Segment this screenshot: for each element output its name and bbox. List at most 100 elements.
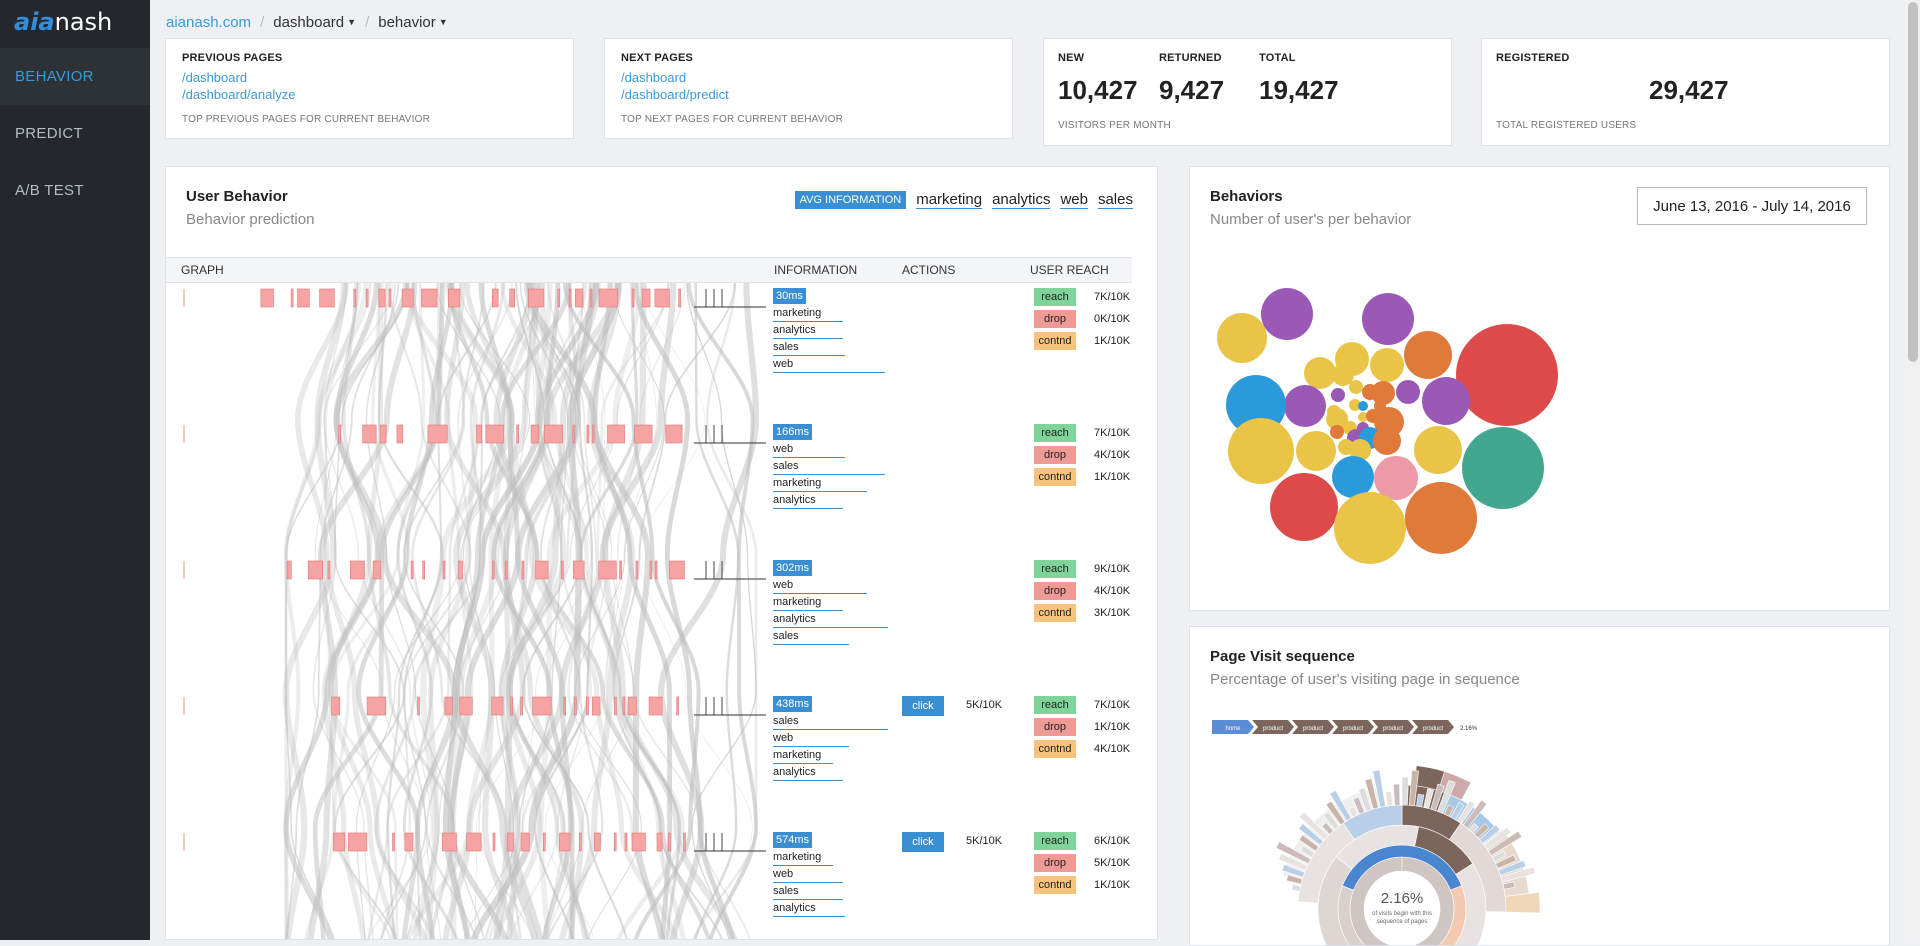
previous-pages-footer: TOP PREVIOUS PAGES FOR CURRENT BEHAVIOR	[182, 114, 431, 125]
page-underline	[773, 746, 849, 747]
next-page-link[interactable]: /dashboard	[621, 69, 686, 86]
behavior-bubble[interactable]	[1358, 401, 1368, 411]
sunburst-segment[interactable]	[1291, 884, 1301, 892]
page-underline	[773, 372, 885, 373]
behavior-bubble[interactable]	[1405, 482, 1477, 554]
scrollbar-thumb[interactable]	[1908, 2, 1918, 362]
returned-value: 9,427	[1159, 75, 1225, 105]
behavior-row: 438ms sales web marketing analytics click 5K/1…	[166, 696, 1132, 816]
avg-information-button[interactable]: AVG INFORMATION	[794, 191, 907, 209]
sidebar-item-predict[interactable]: PREDICT	[0, 105, 150, 162]
page-label[interactable]: marketing	[773, 851, 821, 863]
time-badge: 438ms	[773, 696, 813, 712]
page-label[interactable]: web	[773, 732, 793, 744]
sequence-step-label: product	[1263, 726, 1283, 732]
page-label[interactable]: analytics	[773, 902, 816, 914]
page-label[interactable]: sales	[773, 630, 799, 642]
filter-tab-analytics[interactable]: analytics	[992, 191, 1051, 209]
behavior-bubble[interactable]	[1396, 380, 1420, 404]
behavior-bubble[interactable]	[1370, 348, 1404, 382]
behavior-bubble[interactable]	[1331, 388, 1345, 402]
behavior-bubble[interactable]	[1261, 288, 1313, 340]
drop-badge: drop	[1034, 446, 1076, 464]
contnd-badge: contnd	[1034, 468, 1076, 486]
behavior-bubble[interactable]	[1228, 418, 1294, 484]
page-label[interactable]: sales	[773, 715, 799, 727]
behavior-bubble[interactable]	[1332, 456, 1374, 498]
page-label[interactable]: web	[773, 579, 793, 591]
page-label[interactable]: analytics	[773, 766, 816, 778]
page-label[interactable]: analytics	[773, 494, 816, 506]
breadcrumb-page-dropdown[interactable]: behavior ▼	[378, 14, 447, 31]
sunburst-segment[interactable]	[1392, 783, 1401, 806]
next-pages-title: NEXT PAGES	[621, 52, 694, 64]
page-underline	[773, 610, 843, 611]
time-badge: 166ms	[773, 424, 813, 440]
behavior-bubble[interactable]	[1334, 492, 1406, 564]
behavior-bubble[interactable]	[1414, 426, 1462, 474]
logo[interactable]: aianash	[0, 0, 150, 48]
sunburst-segment[interactable]	[1385, 791, 1393, 807]
behavior-bubble[interactable]	[1296, 431, 1336, 471]
next-pages-card: NEXT PAGES /dashboard /dashboard/predict…	[604, 38, 1013, 139]
page-label[interactable]: sales	[773, 341, 799, 353]
page-label[interactable]: marketing	[773, 307, 821, 319]
behavior-bubble[interactable]	[1270, 473, 1338, 541]
previous-page-link[interactable]: /dashboard/analyze	[182, 86, 295, 103]
sequence-step-label: product	[1423, 726, 1443, 732]
behavior-bubble[interactable]	[1362, 293, 1414, 345]
sunburst-center-percent: 2.16%	[1381, 890, 1424, 907]
filter-tab-marketing[interactable]: marketing	[916, 191, 983, 209]
page-underline	[773, 916, 845, 917]
page-label[interactable]: sales	[773, 460, 799, 472]
behavior-bubble[interactable]	[1456, 324, 1558, 426]
page-underline	[773, 865, 833, 866]
page-underline	[773, 491, 867, 492]
page-underline	[773, 321, 843, 322]
breadcrumb-site-link[interactable]: aianash.com	[166, 14, 251, 31]
filter-tab-web[interactable]: web	[1060, 191, 1088, 209]
sidebar-item-ab-test[interactable]: A/B TEST	[0, 162, 150, 219]
drop-value: 1K/10K	[1094, 721, 1131, 733]
previous-page-link[interactable]: /dashboard	[182, 69, 247, 86]
click-action-button[interactable]: click	[902, 696, 944, 716]
filter-bar: AVG INFORMATION marketing analytics web …	[794, 191, 1133, 209]
page-visit-panel: Page Visit sequence Percentage of user's…	[1189, 626, 1890, 946]
page-label[interactable]: web	[773, 868, 793, 880]
click-action-button[interactable]: click	[902, 832, 944, 852]
drop-badge: drop	[1034, 582, 1076, 600]
behavior-bubble[interactable]	[1404, 331, 1452, 379]
time-badge: 30ms	[773, 288, 806, 304]
behavior-bubble[interactable]	[1462, 427, 1544, 509]
behavior-bubble[interactable]	[1422, 377, 1470, 425]
page-label[interactable]: web	[773, 443, 793, 455]
new-value: 10,427	[1058, 75, 1138, 105]
behavior-bubble[interactable]	[1304, 357, 1336, 389]
filter-tab-sales[interactable]: sales	[1097, 191, 1133, 209]
page-underline	[773, 457, 845, 458]
page-label[interactable]: analytics	[773, 324, 816, 336]
page-label[interactable]: marketing	[773, 596, 821, 608]
sequence-step-label: home	[1225, 726, 1241, 732]
contnd-badge: contnd	[1034, 332, 1076, 350]
page-underline	[773, 729, 888, 730]
behavior-bubble[interactable]	[1373, 429, 1397, 453]
user-behavior-title: User Behavior	[186, 188, 288, 205]
sidebar-item-behavior[interactable]: BEHAVIOR	[0, 48, 150, 105]
page-label[interactable]: analytics	[773, 613, 816, 625]
behavior-bubble[interactable]	[1284, 385, 1326, 427]
breadcrumb-section-dropdown[interactable]: dashboard ▼	[273, 14, 356, 31]
drop-value: 0K/10K	[1094, 313, 1131, 325]
behavior-bubble[interactable]	[1217, 313, 1267, 363]
behavior-bubble[interactable]	[1330, 425, 1344, 439]
page-label[interactable]: marketing	[773, 477, 821, 489]
page-label[interactable]: sales	[773, 885, 799, 897]
page-scrollbar[interactable]	[1905, 0, 1920, 940]
page-label[interactable]: web	[773, 358, 793, 370]
sunburst-segment[interactable]	[1401, 776, 1409, 806]
next-page-link[interactable]: /dashboard/predict	[621, 86, 729, 103]
behavior-bubble[interactable]	[1349, 380, 1363, 394]
behavior-bubble[interactable]	[1374, 456, 1418, 500]
page-label[interactable]: marketing	[773, 749, 821, 761]
table-header: GRAPH INFORMATION ACTIONS USER REACH	[166, 257, 1132, 283]
